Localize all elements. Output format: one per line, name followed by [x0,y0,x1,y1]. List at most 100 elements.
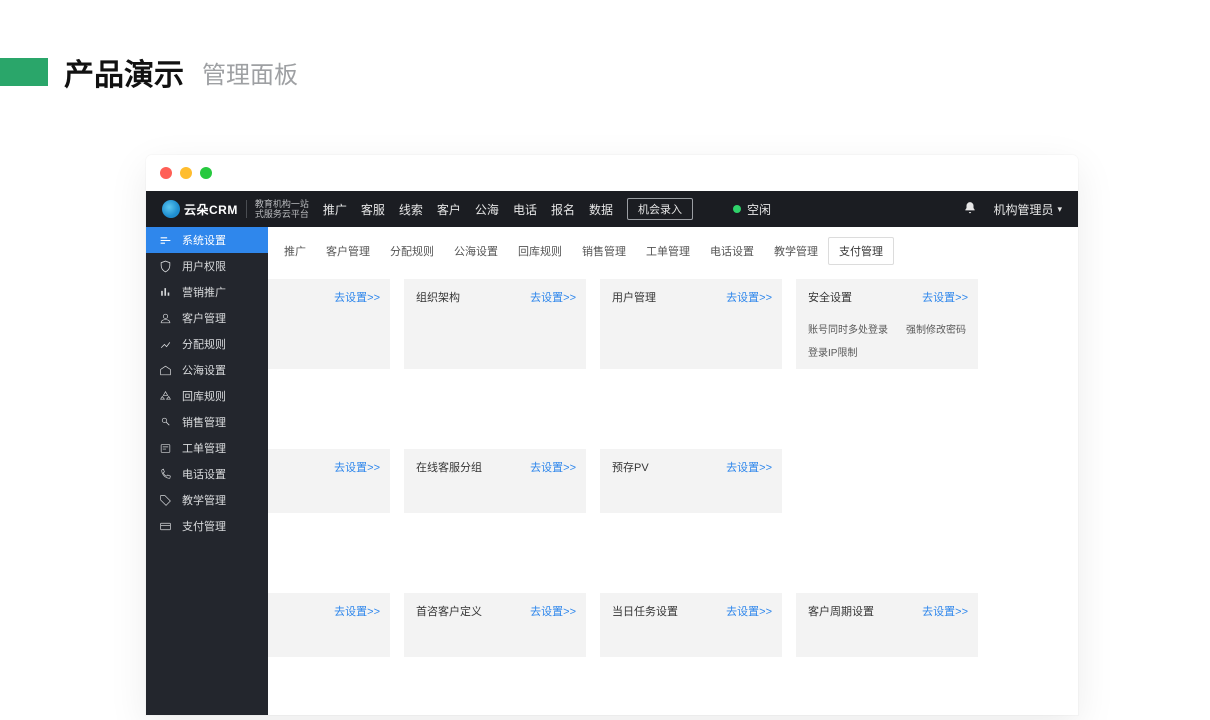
topnav-item[interactable]: 客服 [361,201,385,218]
tab-item[interactable]: 销售管理 [572,238,636,264]
card-go-link[interactable]: 去设置>> [334,289,380,305]
tab-item[interactable]: 电话设置 [700,238,764,264]
card-go-link[interactable]: 去设置>> [922,289,968,305]
card-sub-item[interactable]: 账号同时多处登录 [808,321,888,336]
card-title: 首咨客户定义 [416,606,482,618]
bars-icon [158,286,172,299]
card-go-link[interactable]: 去设置>> [726,459,772,475]
topnav-item[interactable]: 推广 [323,201,347,218]
sidebar-item-tickets[interactable]: 工单管理 [146,435,268,461]
logo-tagline-1: 教育机构一站 [255,199,309,209]
warehouse-icon [158,364,172,377]
logo: 云朵CRM 教育机构一站 式服务云平台 [162,199,309,219]
logo-text: 云朵CRM [184,201,238,218]
settings-card-agent-groups: 在线客服分组 去设置>> [404,449,586,513]
shield-icon [158,260,172,273]
sidebar-item-allocation-rules[interactable]: 分配规则 [146,331,268,357]
sidebar-item-label: 支付管理 [182,518,226,534]
settings-card: 去设置>> [268,449,390,513]
cards-row: 去设置>> 在线客服分组 去设置>> 预存PV 去设置>> [268,449,1078,513]
card-sub-item[interactable]: 登录IP限制 [808,344,857,359]
card-go-link[interactable]: 去设置>> [726,603,772,619]
card-go-link[interactable]: 去设置>> [922,603,968,619]
slide-subtitle: 管理面板 [202,55,298,90]
sidebar-item-label: 客户管理 [182,310,226,326]
card-go-link[interactable]: 去设置>> [530,289,576,305]
cards-grid: 去设置>> 组织架构 去设置>> 用户管理 去设置>> 安全设置 去设置>> [268,271,1078,657]
phone-icon [158,468,172,481]
record-entry-button[interactable]: 机会录入 [627,198,693,220]
sidebar-item-phone[interactable]: 电话设置 [146,461,268,487]
sidebar: 系统设置 用户权限 营销推广 客户管理 分配规则 公海设置 [146,227,268,715]
card-go-link[interactable]: 去设置>> [334,459,380,475]
accent-bar [0,58,48,86]
topnav-item[interactable]: 报名 [551,201,575,218]
maximize-icon[interactable] [200,167,212,179]
sidebar-item-customer-management[interactable]: 客户管理 [146,305,268,331]
logo-mark-icon [162,200,180,218]
tab-item[interactable]: 工单管理 [636,238,700,264]
sidebar-item-teaching[interactable]: 教学管理 [146,487,268,513]
tab-item[interactable]: 支付管理 [828,237,894,265]
tab-item[interactable]: 推广 [274,238,316,264]
card-go-link[interactable]: 去设置>> [530,459,576,475]
user-icon [158,312,172,325]
topnav-item[interactable]: 客户 [437,201,461,218]
sidebar-item-public-pool[interactable]: 公海设置 [146,357,268,383]
sales-icon [158,416,172,429]
sidebar-item-payment[interactable]: 支付管理 [146,513,268,539]
sidebar-item-label: 回库规则 [182,388,226,404]
topnav-item[interactable]: 公海 [475,201,499,218]
topnav: 推广 客服 线索 客户 公海 电话 报名 数据 [323,201,613,218]
sidebar-item-system-settings[interactable]: 系统设置 [146,227,268,253]
tab-item[interactable]: 公海设置 [444,238,508,264]
notifications-icon[interactable] [963,201,977,218]
topnav-item[interactable]: 电话 [513,201,537,218]
sidebar-item-label: 教学管理 [182,492,226,508]
sidebar-item-label: 系统设置 [182,232,226,248]
flow-icon [158,338,172,351]
role-dropdown[interactable]: 机构管理员 ▾ [993,201,1062,218]
sidebar-item-label: 用户权限 [182,258,226,274]
sidebar-item-sales[interactable]: 销售管理 [146,409,268,435]
topnav-item[interactable]: 数据 [589,201,613,218]
card-title: 预存PV [612,462,649,474]
settings-card-users: 用户管理 去设置>> [600,279,782,369]
tab-item[interactable]: 分配规则 [380,238,444,264]
card-go-link[interactable]: 去设置>> [726,289,772,305]
slide-title: 产品演示 [64,50,184,94]
card-go-link[interactable]: 去设置>> [530,603,576,619]
status-label: 空闲 [747,201,771,218]
topbar: 云朵CRM 教育机构一站 式服务云平台 推广 客服 线索 客户 公海 电话 报名… [146,191,1078,227]
tab-item[interactable]: 教学管理 [764,238,828,264]
role-label-text: 机构管理员 [993,201,1053,218]
tab-item[interactable]: 客户管理 [316,238,380,264]
content-area: 推广 客户管理 分配规则 公海设置 回库规则 销售管理 工单管理 电话设置 教学… [268,227,1078,715]
settings-card-org: 组织架构 去设置>> [404,279,586,369]
card-title: 当日任务设置 [612,606,678,618]
slide-heading: 产品演示 管理面板 [0,50,298,94]
body-split: 系统设置 用户权限 营销推广 客户管理 分配规则 公海设置 [146,227,1078,715]
sliders-icon [158,234,172,247]
card-title: 用户管理 [612,292,656,304]
recycle-icon [158,390,172,403]
topnav-item[interactable]: 线索 [399,201,423,218]
status-dot-icon [733,205,741,213]
topbar-right: 机构管理员 ▾ [963,201,1062,218]
ticket-icon [158,442,172,455]
card-go-link[interactable]: 去设置>> [334,603,380,619]
card-title: 组织架构 [416,292,460,304]
close-icon[interactable] [160,167,172,179]
sidebar-item-marketing[interactable]: 营销推广 [146,279,268,305]
tag-icon [158,494,172,507]
sidebar-item-return-rules[interactable]: 回库规则 [146,383,268,409]
minimize-icon[interactable] [180,167,192,179]
settings-card: 去设置>> [268,279,390,369]
card-sub-item[interactable]: 强制修改密码 [906,321,966,336]
tab-item[interactable]: 回库规则 [508,238,572,264]
card-title: 在线客服分组 [416,462,482,474]
status-idle[interactable]: 空闲 [733,201,771,218]
sidebar-item-user-permissions[interactable]: 用户权限 [146,253,268,279]
logo-divider [246,200,247,218]
card-title: 客户周期设置 [808,606,874,618]
